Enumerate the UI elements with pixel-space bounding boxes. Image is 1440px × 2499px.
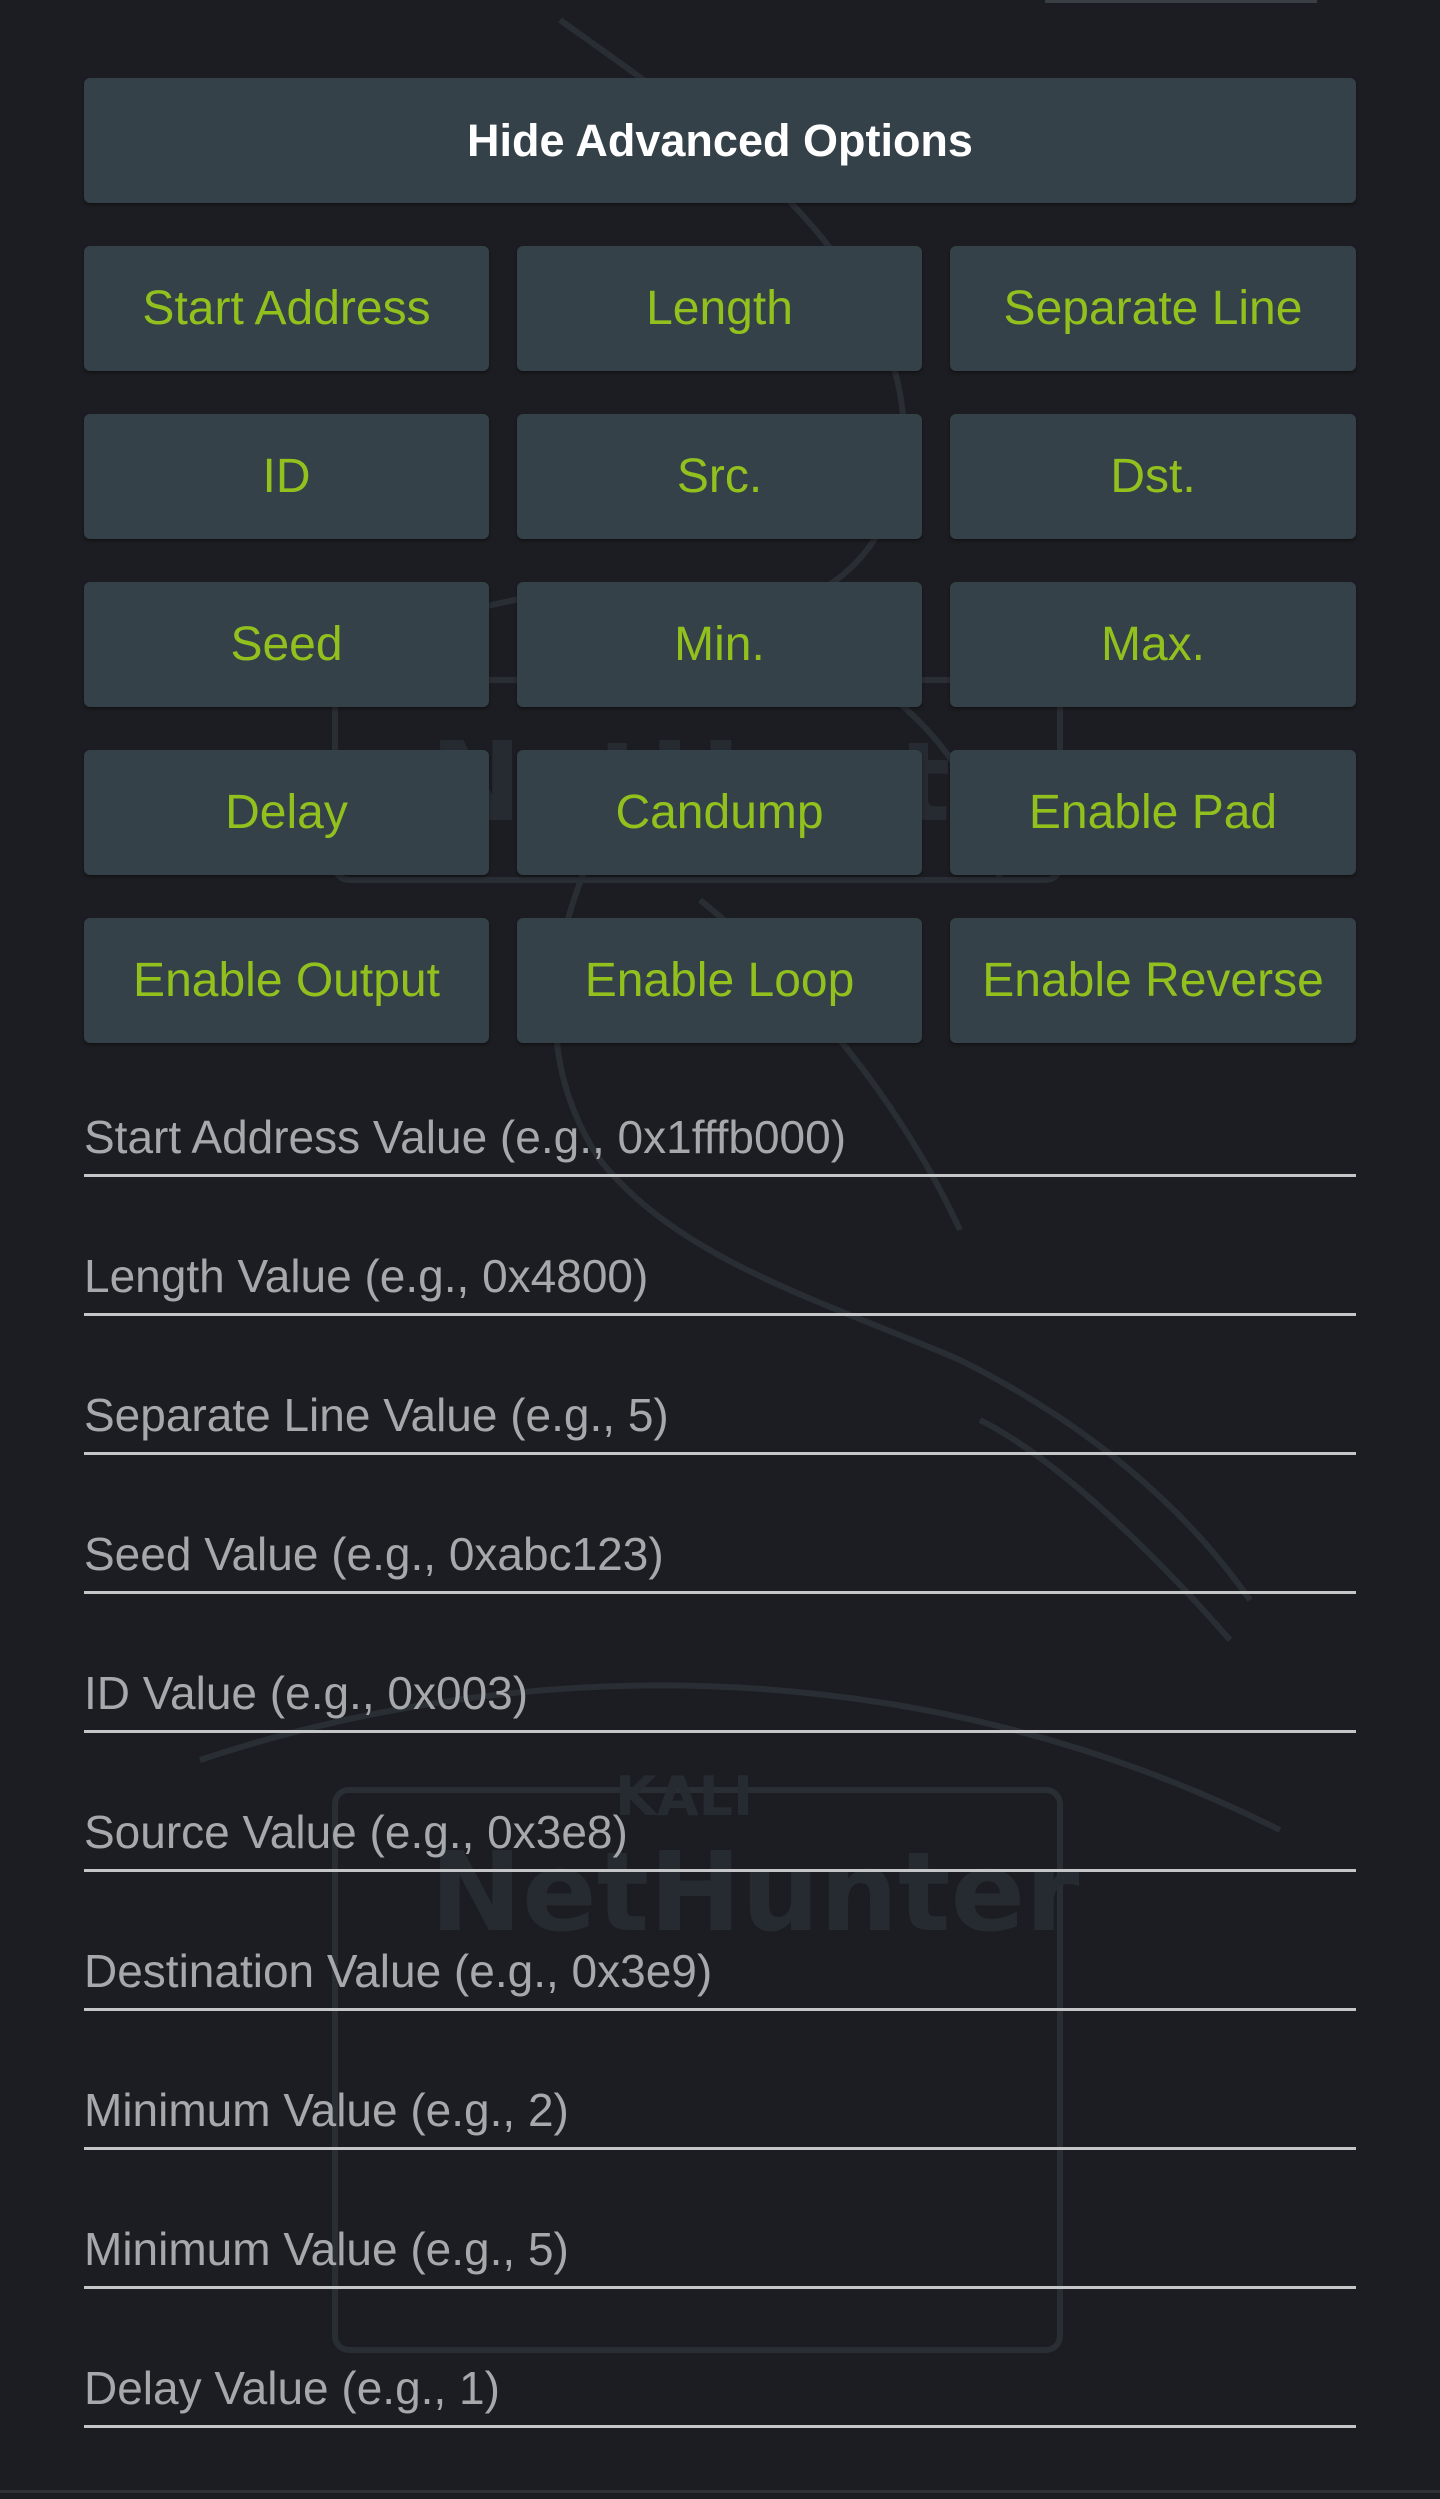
seed-input[interactable] [84,1527,1356,1581]
enable-output-button[interactable]: Enable Output [84,918,489,1043]
hide-advanced-options-button[interactable]: Hide Advanced Options [84,78,1356,203]
length-input[interactable] [84,1249,1356,1303]
separate-line-input[interactable] [84,1388,1356,1442]
id-button[interactable]: ID [84,414,489,539]
destination-input[interactable] [84,1944,1356,1998]
delay-button[interactable]: Delay [84,750,489,875]
start-address-field [84,1087,1356,1177]
start-address-input[interactable] [84,1110,1356,1164]
advanced-options-screen: KALI NetHunter KALI NetHunter Hide Advan… [0,0,1440,2499]
source-input[interactable] [84,1805,1356,1859]
enable-loop-button[interactable]: Enable Loop [517,918,922,1043]
minimum-input[interactable] [84,2083,1356,2137]
delay-field [84,2338,1356,2428]
candump-button[interactable]: Candump [517,750,922,875]
min-button[interactable]: Min. [517,582,922,707]
destination-field [84,1921,1356,2011]
maximum-field [84,2199,1356,2289]
length-field [84,1226,1356,1316]
max-button[interactable]: Max. [950,582,1356,707]
seed-field [84,1504,1356,1594]
src-button[interactable]: Src. [517,414,922,539]
separate-line-button[interactable]: Separate Line [950,246,1356,371]
delay-input[interactable] [84,2361,1356,2415]
minimum-field [84,2060,1356,2150]
enable-reverse-button[interactable]: Enable Reverse [950,918,1356,1043]
length-button[interactable]: Length [517,246,922,371]
bottom-divider [0,2490,1440,2493]
id-input[interactable] [84,1666,1356,1720]
dst-button[interactable]: Dst. [950,414,1356,539]
start-address-button[interactable]: Start Address [84,246,489,371]
source-field [84,1782,1356,1872]
id-field [84,1643,1356,1733]
separate-line-field [84,1365,1356,1455]
seed-button[interactable]: Seed [84,582,489,707]
enable-pad-button[interactable]: Enable Pad [950,750,1356,875]
maximum-input[interactable] [84,2222,1356,2276]
top-divider [1045,0,1317,3]
